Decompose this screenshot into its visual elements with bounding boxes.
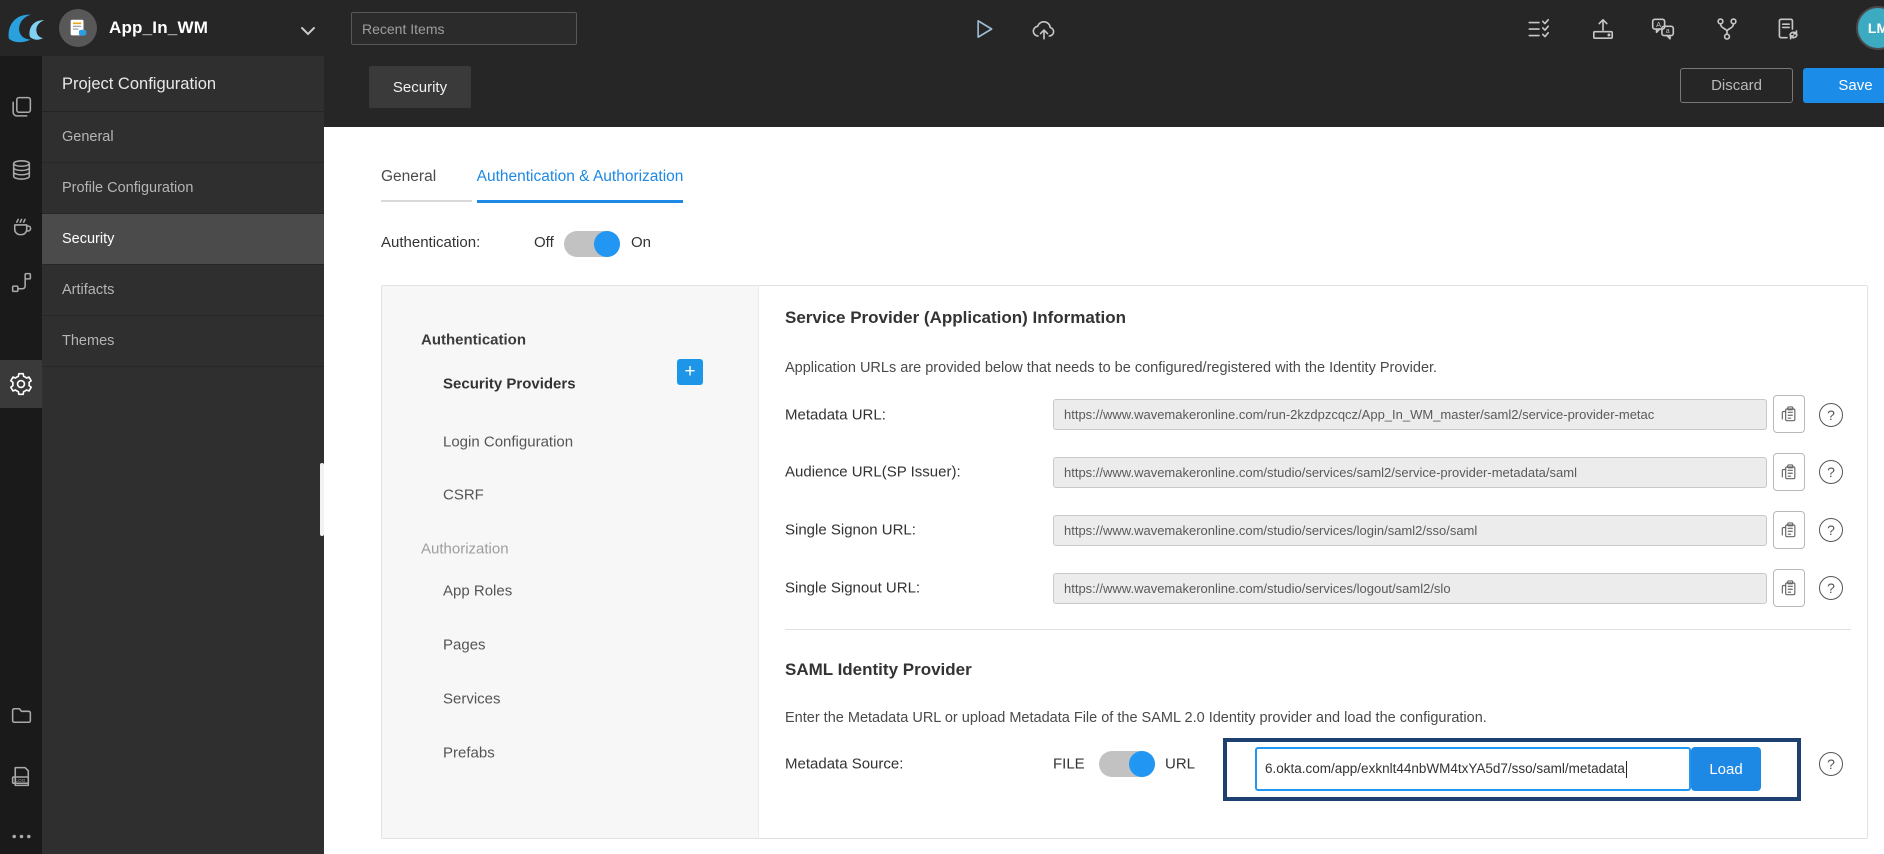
single-signout-url-field[interactable]: https://www.wavemakeronline.com/studio/s… [1053, 573, 1767, 604]
menu-item-security[interactable]: Security [42, 214, 324, 265]
saml-idp-title: SAML Identity Provider [785, 660, 972, 679]
nav-item-pages[interactable]: Pages [443, 637, 486, 654]
nav-item-app-roles[interactable]: App Roles [443, 583, 512, 600]
section-divider [785, 629, 1851, 630]
translate-icon[interactable]: A a [1648, 14, 1678, 44]
nav-item-csrf[interactable]: CSRF [443, 487, 484, 504]
recent-items-input[interactable] [351, 12, 577, 45]
menu-item-themes[interactable]: Themes [42, 316, 324, 367]
copy-metadata-url-button[interactable] [1773, 395, 1805, 433]
toggle-on-label: On [631, 234, 652, 251]
metadata-url-highlight-box: 6.okta.com/app/exknlt44nbWM4txYA5d7/sso/… [1223, 738, 1801, 801]
chevron-down-icon[interactable] [300, 23, 316, 41]
copy-signout-url-button[interactable] [1773, 569, 1805, 607]
menu-item-artifacts[interactable]: Artifacts [42, 265, 324, 316]
git-branch-icon[interactable] [1712, 14, 1742, 44]
audience-url-field[interactable]: https://www.wavemakeronline.com/studio/s… [1053, 457, 1767, 488]
single-signon-url-field[interactable]: https://www.wavemakeronline.com/studio/s… [1053, 515, 1767, 546]
metadata-source-toggle[interactable] [1099, 751, 1155, 777]
nav-header-authentication: Authentication [421, 331, 526, 349]
app-icon [59, 9, 97, 47]
settings-tabs: General Authentication & Authorization [381, 168, 684, 203]
help-metadata-source-icon[interactable]: ? [1819, 752, 1843, 776]
help-metadata-url-icon[interactable]: ? [1819, 403, 1843, 427]
tab-general[interactable]: General [381, 168, 473, 202]
metadata-url-field[interactable]: https://www.wavemakeronline.com/run-2kzd… [1053, 399, 1767, 430]
menu-title: Project Configuration [42, 56, 324, 112]
discard-button[interactable]: Discard [1680, 68, 1793, 103]
nav-item-prefabs[interactable]: Prefabs [443, 745, 495, 762]
security-settings-card: Authentication Security Providers Login … [381, 285, 1868, 839]
add-security-provider-button[interactable]: + [677, 359, 703, 385]
pages-icon[interactable] [0, 84, 42, 128]
wavemaker-logo-icon [8, 14, 45, 43]
nav-item-login-configuration[interactable]: Login Configuration [443, 434, 573, 451]
tab-authentication-authorization[interactable]: Authentication & Authorization [476, 168, 684, 203]
metadata-url-label: Metadata URL: [785, 406, 886, 424]
files-folder-icon[interactable] [0, 693, 42, 737]
authentication-toggle[interactable] [564, 231, 620, 257]
load-button[interactable]: Load [1691, 747, 1761, 791]
help-signon-url-icon[interactable]: ? [1819, 518, 1843, 542]
toggle-knob [594, 231, 620, 257]
toggle-off-label: Off [534, 234, 554, 251]
user-avatar[interactable]: LM [1856, 6, 1884, 50]
idp-metadata-url-input[interactable]: 6.okta.com/app/exknlt44nbWM4txYA5d7/sso/… [1255, 747, 1691, 791]
menu-item-general[interactable]: General [42, 112, 324, 163]
toggle-knob [1129, 751, 1155, 777]
database-icon[interactable] [0, 148, 42, 192]
security-page-tab[interactable]: Security [369, 66, 471, 108]
file-sync-icon[interactable] [1772, 14, 1802, 44]
run-app-button[interactable] [968, 14, 998, 44]
main-content: General Authentication & Authorization A… [324, 127, 1884, 854]
settings-gear-icon[interactable] [0, 360, 42, 408]
audience-url-label: Audience URL(SP Issuer): [785, 463, 961, 481]
nav-header-authorization: Authorization [421, 540, 509, 558]
service-provider-title: Service Provider (Application) Informati… [785, 308, 1127, 327]
nav-item-security-providers[interactable]: Security Providers [443, 376, 576, 393]
single-signon-url-label: Single Signon URL: [785, 521, 916, 539]
service-provider-description: Application URLs are provided below that… [785, 360, 1438, 376]
authentication-label: Authentication: [381, 234, 481, 251]
project-title: App_In_WM [109, 18, 209, 37]
help-audience-url-icon[interactable]: ? [1819, 460, 1843, 484]
help-signout-url-icon[interactable]: ? [1819, 576, 1843, 600]
left-icon-rail: LOG [0, 56, 42, 854]
menu-item-profile-configuration[interactable]: Profile Configuration [42, 163, 324, 214]
top-bar: App_In_WM A a [0, 0, 1884, 56]
saml-idp-description: Enter the Metadata URL or upload Metadat… [785, 710, 1487, 726]
copy-signon-url-button[interactable] [1773, 511, 1805, 549]
security-nav-panel: Authentication Security Providers Login … [382, 286, 759, 838]
export-icon[interactable] [1588, 14, 1618, 44]
svg-text:a: a [1666, 28, 1670, 35]
logs-icon[interactable]: LOG [0, 754, 42, 798]
project-configuration-menu: Project Configuration General Profile Co… [42, 56, 324, 854]
java-services-icon[interactable] [0, 204, 42, 248]
file-option-label: FILE [1053, 755, 1085, 773]
page-header-bar: Security Discard Save [324, 56, 1884, 127]
nav-item-services[interactable]: Services [443, 691, 501, 708]
text-caret [1625, 760, 1628, 778]
more-options-icon[interactable] [0, 814, 42, 854]
copy-audience-url-button[interactable] [1773, 453, 1805, 491]
menu-scrollbar[interactable] [320, 463, 324, 536]
save-button[interactable]: Save [1803, 68, 1884, 103]
apis-connector-icon[interactable] [0, 260, 42, 304]
wavemaker-studio-window: App_In_WM A a [0, 0, 1884, 854]
metadata-source-label: Metadata Source: [785, 755, 904, 773]
svg-text:LOG: LOG [15, 777, 25, 783]
single-signout-url-label: Single Signout URL: [785, 579, 921, 597]
checklist-icon[interactable] [1524, 14, 1554, 44]
idp-metadata-url-text: 6.okta.com/app/exknlt44nbWM4txYA5d7/sso/… [1265, 761, 1625, 776]
deploy-cloud-upload-icon[interactable] [1029, 14, 1059, 44]
url-option-label: URL [1165, 755, 1196, 773]
